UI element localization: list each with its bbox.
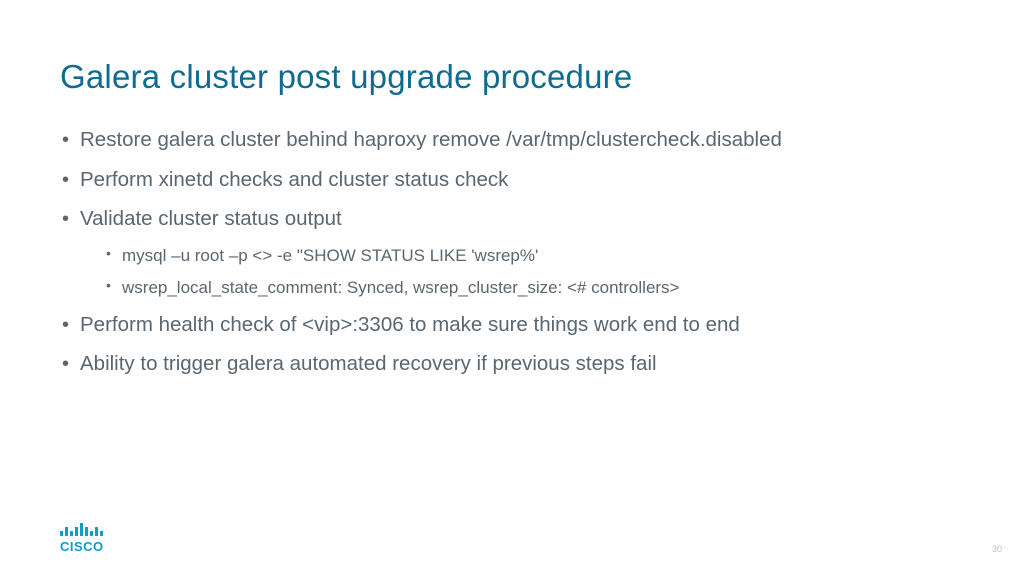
bullet-list: Restore galera cluster behind haproxy re…: [60, 126, 964, 379]
list-item-text: Validate cluster status output: [80, 207, 342, 230]
sub-bullet-list: mysql –u root –p <> -e "SHOW STATUS LIKE…: [80, 244, 964, 300]
list-item: Validate cluster status output mysql –u …: [60, 205, 964, 299]
cisco-logo-bars-icon: [60, 522, 103, 536]
list-item: mysql –u root –p <> -e "SHOW STATUS LIKE…: [104, 244, 964, 268]
slide-title: Galera cluster post upgrade procedure: [60, 58, 964, 96]
list-item: Perform xinetd checks and cluster status…: [60, 166, 964, 195]
list-item: Restore galera cluster behind haproxy re…: [60, 126, 964, 155]
page-number: 30: [992, 544, 1002, 554]
slide-content: Restore galera cluster behind haproxy re…: [60, 126, 964, 379]
list-item: wsrep_local_state_comment: Synced, wsrep…: [104, 276, 964, 300]
cisco-logo: CISCO: [60, 522, 104, 554]
cisco-logo-text: CISCO: [60, 539, 104, 554]
list-item: Ability to trigger galera automated reco…: [60, 350, 964, 379]
list-item: Perform health check of <vip>:3306 to ma…: [60, 311, 964, 340]
slide-container: Galera cluster post upgrade procedure Re…: [0, 0, 1024, 576]
